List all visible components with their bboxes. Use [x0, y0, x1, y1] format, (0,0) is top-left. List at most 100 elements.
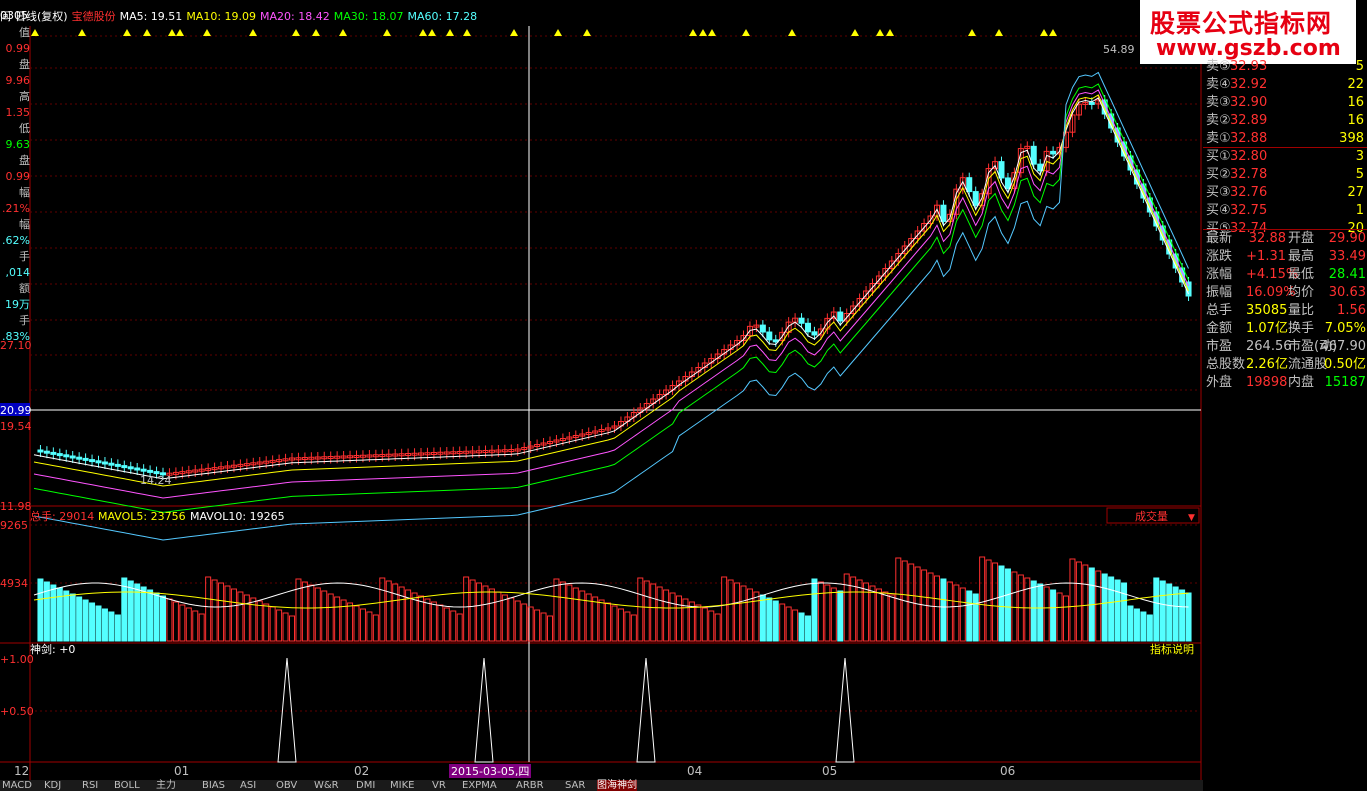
indicator-tab[interactable]: VR: [432, 780, 446, 791]
left-info-label: .62%: [2, 234, 30, 247]
volume-bar: [1127, 605, 1134, 642]
indicator-tab[interactable]: ASI: [240, 780, 256, 791]
volume-bar: [192, 610, 199, 642]
order-label: 卖③: [1206, 95, 1231, 110]
volume-bar: [572, 587, 579, 642]
left-info-label: 幅: [19, 218, 30, 231]
ask-row[interactable]: 卖③ 32.90 16: [1206, 94, 1366, 112]
indicator-tab[interactable]: SAR: [565, 780, 585, 791]
volume-bar: [875, 588, 882, 642]
signal-marker: [176, 29, 184, 36]
order-volume: 1: [1355, 203, 1364, 218]
quote-key: 振幅: [1206, 285, 1233, 300]
ma20-label: MA20: 18.42: [260, 10, 330, 23]
volume-bar: [766, 597, 773, 642]
candle-body: [63, 454, 70, 458]
volume-bar: [50, 584, 57, 642]
signal-marker: [1040, 29, 1048, 36]
volume-bar: [998, 565, 1005, 642]
volume-bar: [1082, 564, 1089, 642]
ask-row[interactable]: 卖④ 32.92 22: [1206, 76, 1366, 94]
indicator-tab[interactable]: BIAS: [202, 780, 225, 791]
indicator-tab[interactable]: RSI: [82, 780, 98, 791]
ask-row[interactable]: 卖② 32.89 16: [1206, 112, 1366, 130]
signal-marker: [249, 29, 257, 36]
volume-bar: [166, 598, 173, 642]
quote-row: 涨幅 +4.15% 最低 28.41: [1206, 266, 1366, 284]
quote-key: 最高: [1288, 249, 1315, 264]
indicator-tab[interactable]: EXPMA: [462, 780, 497, 791]
signal-marker: [1049, 29, 1057, 36]
signal-marker: [554, 29, 562, 36]
volume-bar: [992, 562, 999, 642]
indicator-tab[interactable]: 主力: [156, 780, 176, 791]
indicator-tab[interactable]: BOLL: [114, 780, 140, 791]
candle-body: [998, 161, 1005, 179]
volume-bar: [63, 590, 70, 642]
order-volume: 27: [1347, 185, 1364, 200]
volume-bar: [108, 611, 115, 642]
quote-value: 30.63: [1328, 285, 1366, 300]
candle-body: [43, 450, 50, 454]
volume-bar: [1011, 571, 1018, 642]
volume-bar: [456, 613, 463, 642]
volume-bar: [224, 585, 231, 642]
candle-body: [837, 311, 844, 322]
volume-bar: [82, 599, 89, 642]
quote-row: 振幅 16.09% 均价 30.63: [1206, 284, 1366, 302]
bid-row[interactable]: 买① 32.80 3: [1206, 148, 1366, 166]
volume-bar: [695, 604, 702, 642]
quote-key: 金额: [1206, 321, 1233, 336]
signal-marker: [699, 29, 707, 36]
volume-bar: [1101, 573, 1108, 642]
candle-body: [95, 460, 102, 464]
main-chart-canvas[interactable]: 54.8914.2427.1020.9919.5411.98总手: 29014 M…: [0, 0, 1203, 791]
volume-bar: [1075, 561, 1082, 642]
mavol10-line: [33, 591, 1189, 609]
order-label: 买③: [1206, 185, 1231, 200]
ma10-label: MA10: 19.09: [186, 10, 257, 23]
volume-bar: [392, 583, 399, 642]
volume-bar: [1004, 568, 1011, 642]
order-label: 卖④: [1206, 77, 1231, 92]
left-info-label: 0.99: [5, 170, 31, 183]
volume-bar: [372, 614, 379, 642]
volume-bar: [792, 609, 799, 642]
ask-row[interactable]: 卖⑤ 32.93 5: [1206, 58, 1366, 76]
volume-bar: [1108, 576, 1115, 642]
volume-bar: [617, 608, 624, 642]
indicator-tab-bar: MACD KDJ RSI BOLL 主力 BIAS ASI OBV W&R DMI MIKE VR EX…: [0, 780, 1203, 791]
indicator-tab[interactable]: MACD: [2, 780, 32, 791]
candle-body: [50, 451, 57, 455]
period-label[interactable]: 日线(复权): [15, 10, 68, 23]
quote-value: 15187: [1324, 375, 1366, 390]
volume-bar: [1056, 592, 1063, 642]
indicator-tab[interactable]: W&R: [314, 780, 339, 791]
indicator-tab[interactable]: MIKE: [390, 780, 414, 791]
candle-body: [56, 453, 63, 457]
bid-row[interactable]: 买③ 32.76 27: [1206, 184, 1366, 202]
quote-key: 总手: [1206, 303, 1233, 318]
low-annotation: 14.24: [140, 474, 172, 487]
left-info-column: 值 0.99 盘 9.96 高 1.35 低 9.63 盘 0.99 幅 .21% 幅 .62% 手 ,014…: [0, 26, 30, 786]
volume-bar: [779, 603, 786, 642]
volume-bar: [727, 579, 734, 642]
chart-title-bar: 间日线(复权) 宝德股份 MA5: 19.51 MA10: 19.09 MA20: 18…: [0, 8, 1140, 24]
indicator-tab[interactable]: ARBR: [516, 780, 544, 791]
ma60-label: MA60: 17.28: [407, 10, 478, 23]
ask-row[interactable]: 卖① 32.88 398: [1206, 130, 1366, 148]
volume-bar: [592, 596, 599, 642]
indicator-help-link[interactable]: 指标说明: [1150, 642, 1194, 656]
indicator-tab[interactable]: OBV: [276, 780, 297, 791]
indicator-tab[interactable]: DMI: [356, 780, 375, 791]
bid-row[interactable]: 买④ 32.75 1: [1206, 202, 1366, 220]
candle-body: [972, 191, 979, 206]
signal-marker: [123, 29, 131, 36]
bid-row[interactable]: 买② 32.78 5: [1206, 166, 1366, 184]
indicator-tab[interactable]: 图海神剑: [597, 780, 637, 791]
volume-bar: [676, 595, 682, 642]
volume-bar: [772, 600, 779, 642]
volume-bar: [1159, 580, 1166, 642]
x-axis-label: 02: [354, 764, 369, 778]
indicator-tab[interactable]: KDJ: [44, 780, 61, 791]
